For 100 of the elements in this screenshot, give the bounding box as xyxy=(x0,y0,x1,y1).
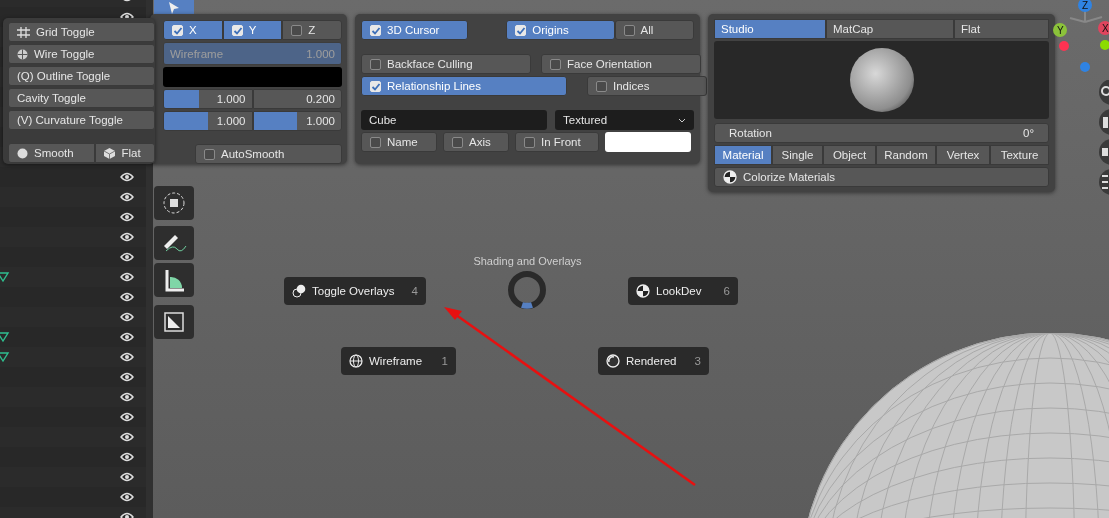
checkbox[interactable] xyxy=(204,148,215,160)
cursor-icon xyxy=(168,1,180,15)
eye-icon[interactable] xyxy=(120,372,134,382)
color-tab[interactable]: Vertex xyxy=(936,145,990,165)
color-tab[interactable]: Material xyxy=(714,145,772,165)
axis-letter: X xyxy=(1102,23,1109,34)
color-tab[interactable]: Random xyxy=(876,145,936,165)
toggle-menu-item[interactable]: (V) Curvature Toggle xyxy=(8,110,155,130)
globe-icon xyxy=(349,354,363,368)
overlapping-circles-icon xyxy=(292,284,306,298)
shade-button[interactable]: Smooth xyxy=(8,143,96,163)
color-swatch[interactable] xyxy=(163,67,342,87)
toggle-menu-item[interactable]: Cavity Toggle xyxy=(8,88,155,108)
checkbox[interactable] xyxy=(550,58,561,70)
eye-icon[interactable] xyxy=(120,392,134,402)
display-toggle[interactable]: Face Orientation xyxy=(541,54,701,74)
eye-icon[interactable] xyxy=(120,332,134,342)
pie-menu-title: Shading and Overlays xyxy=(472,255,583,267)
shaded-sphere-icon xyxy=(606,354,620,368)
eye-icon[interactable] xyxy=(120,492,134,502)
pie-menu-item[interactable]: Wireframe 1 xyxy=(341,347,456,375)
measure-tool-button[interactable] xyxy=(154,263,194,297)
eye-icon[interactable] xyxy=(120,252,134,262)
eye-icon[interactable] xyxy=(120,352,134,362)
pie-menu-item[interactable]: Rendered 3 xyxy=(598,347,709,375)
sphere-icon xyxy=(17,147,28,159)
lighting-tab[interactable]: Flat xyxy=(954,19,1049,39)
checkbox[interactable] xyxy=(524,136,535,148)
toggle-menu-item[interactable]: Wire Toggle xyxy=(8,44,155,64)
color-tab[interactable]: Object xyxy=(823,145,876,165)
checkbox[interactable] xyxy=(370,136,381,148)
checkbox[interactable] xyxy=(452,136,463,148)
eye-icon[interactable] xyxy=(120,272,134,282)
object-toggle[interactable]: Axis xyxy=(443,132,509,152)
colorize-button[interactable]: Colorize Materials xyxy=(714,167,1049,187)
toggle-menu-item[interactable]: Grid Toggle xyxy=(8,22,155,42)
checkbox[interactable] xyxy=(291,24,303,36)
checkbox[interactable] xyxy=(370,58,381,70)
value-slider[interactable]: 1.000 xyxy=(163,111,253,131)
rotation-field[interactable]: Rotation 0° xyxy=(714,123,1049,143)
eye-icon[interactable] xyxy=(120,172,134,182)
eye-icon[interactable] xyxy=(120,192,134,202)
guide-toggle[interactable]: All xyxy=(614,20,694,40)
axis-dot[interactable] xyxy=(1080,62,1090,72)
half-sphere-icon xyxy=(636,284,650,298)
color-swatch[interactable] xyxy=(605,132,691,152)
chevron-down-icon xyxy=(678,117,686,123)
add-cube-tool-button[interactable] xyxy=(154,305,194,339)
object-toggle[interactable]: Name xyxy=(361,132,437,152)
lighting-tab[interactable]: MatCap xyxy=(826,19,954,39)
guide-toggle[interactable]: Origins xyxy=(506,20,615,40)
value-slider[interactable]: 1.000 xyxy=(163,89,253,109)
toggle-menu-item[interactable]: (Q) Outline Toggle xyxy=(8,66,155,86)
eye-icon[interactable] xyxy=(120,292,134,302)
eye-icon[interactable] xyxy=(120,412,134,422)
coordinate-toggle[interactable]: Z xyxy=(282,20,342,40)
transform-icon xyxy=(162,191,186,215)
vertex-group-icon xyxy=(0,351,10,363)
vertex-group-icon xyxy=(0,271,10,283)
sphere-preview-drawing xyxy=(847,46,916,114)
view-controls-drawing[interactable] xyxy=(1096,80,1109,195)
checkbox[interactable] xyxy=(623,24,635,36)
axis-handle[interactable] xyxy=(1098,21,1109,35)
object-toggle[interactable]: In Front xyxy=(515,132,599,152)
grid-icon xyxy=(17,26,30,38)
display-toggle[interactable]: Relationship Lines xyxy=(361,76,567,96)
color-tab[interactable]: Single xyxy=(772,145,823,165)
lighting-tab[interactable]: Studio xyxy=(714,19,826,39)
eye-icon[interactable] xyxy=(120,232,134,242)
eye-icon[interactable] xyxy=(120,432,134,442)
object-name-field[interactable]: Cube xyxy=(361,110,547,130)
axis-letter: Z xyxy=(1082,0,1089,11)
pie-menu-item[interactable]: LookDev 6 xyxy=(628,277,738,305)
display-toggle[interactable]: Indices xyxy=(587,76,707,96)
eye-icon[interactable] xyxy=(120,472,134,482)
autosmooth-toggle[interactable]: AutoSmooth xyxy=(195,144,342,164)
cube-icon xyxy=(104,147,116,159)
coordinate-toggle[interactable]: X xyxy=(163,20,223,40)
navigation-gizmo[interactable]: Z Y X xyxy=(1052,0,1109,75)
pie-direction-ring xyxy=(507,270,547,310)
color-tab[interactable]: Texture xyxy=(990,145,1049,165)
checkbox[interactable] xyxy=(596,80,607,92)
pie-menu-item[interactable]: Toggle Overlays 4 xyxy=(284,277,426,305)
annotate-tool-button[interactable] xyxy=(154,226,194,260)
axis-dot[interactable] xyxy=(1059,41,1069,51)
value-slider[interactable]: 1.000 xyxy=(252,111,342,131)
eye-icon[interactable] xyxy=(120,312,134,322)
half-sphere-icon xyxy=(723,170,737,184)
axis-handle[interactable] xyxy=(1078,0,1092,12)
axis-handle[interactable] xyxy=(1053,23,1067,37)
coordinate-toggle[interactable]: Y xyxy=(222,20,283,40)
guide-toggle[interactable]: 3D Cursor xyxy=(361,20,469,40)
display-toggle[interactable]: Backface Culling xyxy=(361,54,531,74)
eye-icon[interactable] xyxy=(120,452,134,462)
shade-button[interactable]: Flat xyxy=(95,143,155,163)
number-field[interactable]: 0.200 xyxy=(252,89,342,109)
eye-icon[interactable] xyxy=(120,212,134,222)
vertex-group-icon xyxy=(0,331,10,343)
texture-dropdown[interactable]: Textured xyxy=(555,110,694,130)
transform-tool-button[interactable] xyxy=(154,186,194,220)
